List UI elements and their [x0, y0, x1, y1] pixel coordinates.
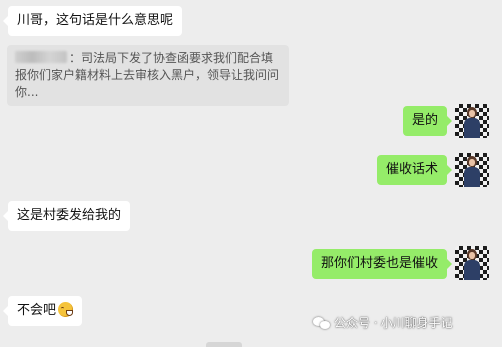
message-text: 不会吧 — [17, 303, 57, 318]
avatar-figure — [464, 249, 480, 280]
message-bubble-right[interactable]: 催收话术 — [376, 155, 453, 185]
wechat-channel-icon — [313, 316, 331, 330]
message-bubble-left[interactable]: 这是村委发给我的 — [2, 201, 131, 231]
scroll-indicator[interactable] — [206, 342, 242, 347]
message-text: 那你们村委也是催收 — [320, 256, 438, 271]
redacted-sender-name — [15, 51, 67, 63]
watermark-name: 小川聊身手记 — [380, 316, 453, 330]
message-bubble-right[interactable]: 那你们村委也是催收 — [311, 249, 453, 279]
message-text: 这是村委发给我的 — [17, 208, 122, 223]
user-avatar-icon[interactable] — [455, 246, 489, 280]
message-text: 是的 — [411, 113, 438, 128]
avatar-figure — [464, 156, 480, 187]
message-text: 川哥，这句话是什么意思呢 — [17, 13, 174, 28]
message-bubble-left[interactable]: 川哥，这句话是什么意思呢 — [2, 6, 183, 36]
quoted-message[interactable]: ：司法局下发了协查函要求我们配合填报你们家户籍材料上去审核入黑户，领导让我问问你… — [7, 45, 289, 106]
message-bubble-right[interactable]: 是的 — [402, 106, 453, 136]
watermark-prefix: 公众号 · — [334, 316, 378, 330]
grinning-sweat-emoji-icon — [58, 302, 74, 317]
user-avatar-icon[interactable] — [455, 153, 489, 187]
watermark: 公众号 · 小川聊身手记 — [313, 314, 453, 331]
message-text: 催收话术 — [385, 162, 438, 177]
avatar-figure — [464, 107, 480, 138]
user-avatar-icon[interactable] — [455, 104, 489, 138]
message-bubble-left[interactable]: 不会吧 — [2, 296, 83, 326]
